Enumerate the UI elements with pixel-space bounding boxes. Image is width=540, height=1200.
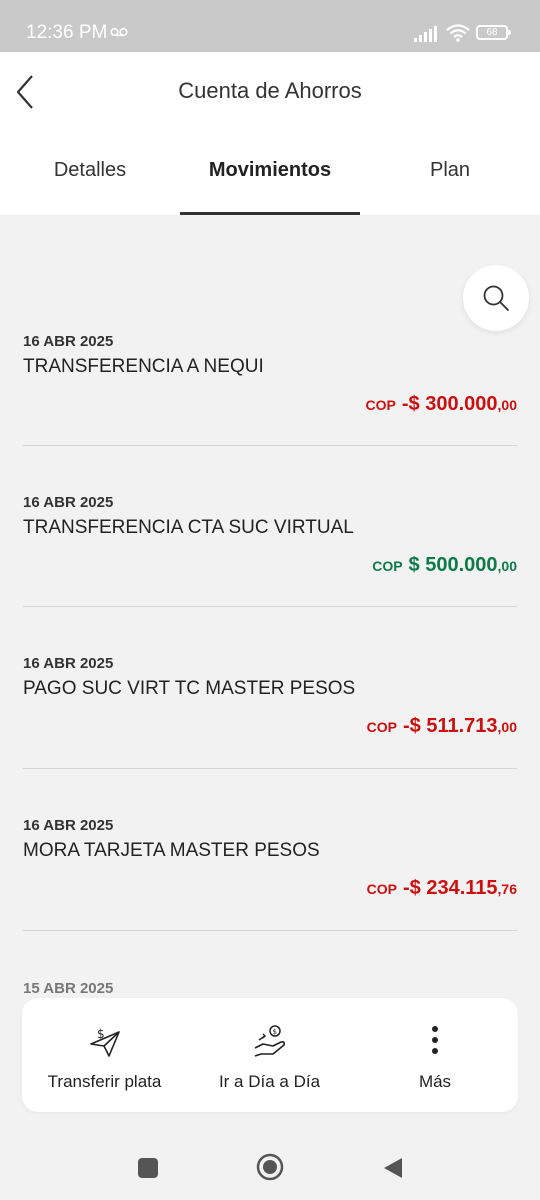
svg-text:$: $ [272, 1028, 276, 1036]
tab-label: Movimientos [208, 159, 332, 181]
square-icon [138, 1158, 158, 1178]
triangle-back-icon [384, 1158, 402, 1178]
quick-actions-bar: $ Transferir plata $ Ir a Día a Día Más [22, 998, 518, 1112]
tab-label: Detalles [53, 159, 127, 181]
currency-code: COP [366, 719, 397, 735]
search-button[interactable] [463, 265, 529, 331]
divider [23, 606, 517, 607]
transaction-date: 15 ABR 2025 [23, 980, 114, 997]
more-vertical-icon [432, 1026, 438, 1054]
tab-label: Plan [429, 159, 471, 181]
tab-movimientos[interactable]: Movimientos [180, 156, 360, 215]
tab-plan[interactable]: Plan [360, 156, 540, 215]
divider [23, 930, 517, 931]
status-bar: 12:36 PM 68 [0, 0, 540, 52]
amount-cents: ,00 [497, 719, 517, 735]
divider [23, 445, 517, 446]
more-button[interactable]: Más [352, 998, 518, 1112]
active-tab-indicator [180, 212, 360, 215]
amount-value: -$ 234.115 [403, 877, 498, 899]
more-label: Más [418, 1072, 452, 1091]
currency-code: COP [366, 881, 397, 897]
divider [23, 768, 517, 769]
transaction-item[interactable]: 16 ABR 2025 TRANSFERENCIA CTA SUC VIRTUA… [23, 494, 517, 624]
amount-cents: ,00 [497, 558, 517, 574]
status-time: 12:36 PM [26, 22, 108, 43]
transaction-description: TRANSFERENCIA CTA SUC VIRTUAL [23, 517, 354, 538]
system-nav-bar [0, 1134, 540, 1200]
signal-icon [414, 26, 437, 42]
send-money-icon: $ [89, 1027, 120, 1057]
transaction-description: TRANSFERENCIA A NEQUI [23, 356, 264, 377]
transfer-money-label: Transferir plata [47, 1072, 162, 1091]
amount-cents: ,76 [497, 881, 517, 897]
currency-code: COP [372, 558, 403, 574]
battery-indicator: 68 [476, 25, 511, 40]
transfer-money-button[interactable]: $ Transferir plata [22, 998, 187, 1112]
dia-a-dia-button[interactable]: $ Ir a Día a Día [187, 998, 352, 1112]
header: Cuenta de Ahorros Detalles Movimientos P… [0, 52, 540, 215]
transaction-date: 16 ABR 2025 [23, 494, 114, 511]
transaction-amount: COP $ 500.000,00 [372, 554, 517, 577]
transaction-date: 16 ABR 2025 [23, 333, 114, 350]
transaction-item[interactable]: 16 ABR 2025 PAGO SUC VIRT TC MASTER PESO… [23, 655, 517, 785]
search-icon [483, 285, 509, 311]
tab-detalles[interactable]: Detalles [0, 156, 180, 215]
wifi-icon [446, 24, 470, 42]
transaction-amount: COP -$ 234.115,76 [367, 877, 517, 900]
transaction-item[interactable]: 16 ABR 2025 MORA TARJETA MASTER PESOS CO… [23, 817, 517, 947]
transaction-item[interactable]: 16 ABR 2025 TRANSFERENCIA A NEQUI COP -$ … [23, 333, 517, 463]
transaction-amount: COP -$ 511.713,00 [367, 715, 517, 738]
back-nav-button[interactable] [382, 1156, 404, 1185]
transaction-amount: COP -$ 300.000,00 [366, 393, 517, 416]
home-circle-icon [256, 1153, 284, 1181]
recent-apps-button[interactable] [137, 1157, 159, 1184]
page-title: Cuenta de Ahorros [178, 78, 362, 103]
svg-text:$: $ [97, 1027, 105, 1041]
currency-code: COP [365, 397, 396, 413]
transaction-description: MORA TARJETA MASTER PESOS [23, 840, 320, 861]
amount-value: $ 500.000 [408, 554, 498, 576]
hand-coin-icon: $ [254, 1025, 285, 1057]
voicemail-icon [110, 27, 128, 37]
home-button[interactable] [256, 1153, 284, 1186]
transaction-date: 16 ABR 2025 [23, 655, 114, 672]
amount-value: -$ 511.713 [403, 715, 498, 737]
amount-value: -$ 300.000 [401, 393, 498, 415]
dia-a-dia-label: Ir a Día a Día [218, 1072, 321, 1091]
transaction-date: 16 ABR 2025 [23, 817, 114, 834]
transaction-description: PAGO SUC VIRT TC MASTER PESOS [23, 678, 356, 699]
amount-cents: ,00 [497, 397, 517, 413]
